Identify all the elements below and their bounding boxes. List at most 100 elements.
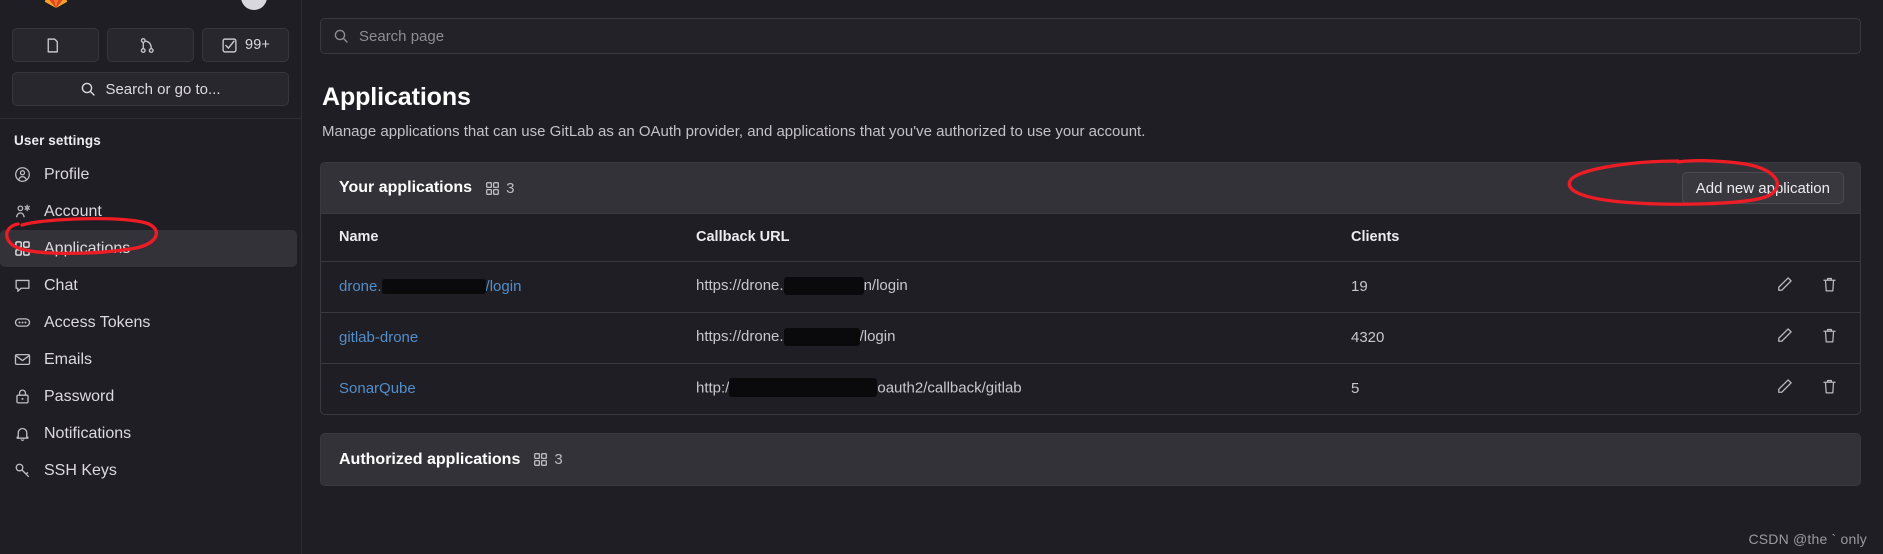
sidebar-item-label: Password [44, 387, 115, 405]
sidebar-item-label: Emails [44, 350, 93, 368]
sidebar-item-label: SSH Keys [44, 461, 117, 479]
callback-url-cell: https://drone. /login [696, 312, 1351, 364]
sidebar-item-applications[interactable]: Applications [0, 230, 297, 267]
your-applications-header: Your applications 3 Add new application [321, 163, 1860, 214]
sidebar-item-label: Notifications [44, 424, 132, 442]
search-icon [82, 82, 96, 96]
sidebar-item-emails[interactable]: Emails [0, 341, 297, 378]
clients-cell: 4320 [1351, 312, 1521, 364]
comment-icon [14, 277, 31, 294]
gitlab-logo-icon [44, 0, 68, 8]
sidebar-top-bar [0, 0, 301, 24]
sidebar: 99+ Search or go to... User settings Pro… [0, 0, 302, 554]
envelope-icon [14, 351, 31, 368]
add-new-application-button[interactable]: Add new application [1681, 172, 1844, 204]
main-content: Search page Applications Manage applicat… [302, 0, 1883, 554]
search-icon [334, 29, 348, 43]
todos-count: 99+ [245, 37, 270, 53]
application-name-cell: SonarQube [321, 363, 696, 414]
search-or-go-to-label: Search or go to... [105, 80, 221, 98]
apps-grid-icon [14, 240, 31, 257]
avatar[interactable] [241, 0, 267, 10]
authorized-applications-count: 3 [554, 451, 563, 468]
your-applications-count: 3 [506, 179, 515, 197]
row-actions-cell [1521, 312, 1860, 364]
callback-url-cell: http:/ oauth2/callback/gitlab [696, 363, 1351, 414]
row-actions-cell [1521, 363, 1860, 414]
authorized-applications-title: Authorized applications [339, 450, 521, 468]
table-header-row: Name Callback URL Clients [321, 214, 1860, 262]
page-description: Manage applications that can use GitLab … [322, 123, 1146, 140]
authorized-applications-header: Authorized applications 3 [321, 434, 1860, 485]
sidebar-item-todos[interactable]: 99+ [202, 28, 289, 62]
search-or-go-to-button[interactable]: Search or go to... [12, 72, 289, 106]
redaction-bar [381, 278, 486, 294]
application-name-cell: gitlab-drone [321, 312, 696, 364]
sidebar-item-label: Chat [44, 276, 78, 294]
issue-icon [47, 37, 58, 53]
edit-icon[interactable] [1776, 327, 1793, 344]
application-name-link[interactable]: SonarQube [339, 380, 416, 397]
lock-icon [14, 388, 31, 405]
application-name-cell: drone./login [321, 261, 696, 313]
sidebar-item-label: Account [44, 202, 102, 220]
delete-icon[interactable] [1821, 378, 1838, 395]
delete-icon[interactable] [1821, 276, 1838, 293]
column-header-clients: Clients [1351, 214, 1521, 262]
column-header-name: Name [321, 214, 696, 262]
redaction-bar [783, 327, 860, 346]
callback-url-cell: https://drone. n/login [696, 261, 1351, 313]
sidebar-item-account[interactable]: Account [0, 193, 297, 230]
page-title: Applications [322, 83, 471, 111]
application-name-link[interactable]: gitlab-drone [339, 329, 418, 346]
redaction-bar [729, 378, 878, 398]
search-page-input[interactable]: Search page [320, 18, 1861, 54]
key-icon [14, 462, 31, 479]
authorized-applications-card: Authorized applications 3 [320, 433, 1861, 486]
gitlab-user-settings-page: 99+ Search or go to... User settings Pro… [0, 0, 1883, 554]
authorized-applications-count-badge: 3 [533, 451, 563, 468]
edit-icon[interactable] [1776, 276, 1793, 293]
row-actions-cell [1521, 261, 1860, 313]
your-applications-title: Your applications [339, 179, 473, 196]
watermark: CSDN @the ` only [1748, 531, 1867, 547]
callback-suffix: n/login [863, 277, 908, 295]
table-row: SonarQube http:/ oauth2/callback/gitlab 5 [321, 363, 1860, 414]
callback-suffix: oauth2/callback/gitlab [877, 379, 1022, 397]
merge-icon [140, 37, 154, 53]
apps-grid-icon [486, 181, 500, 195]
apps-grid-icon [534, 453, 548, 466]
your-applications-card: Your applications 3 Add new application [320, 162, 1861, 415]
sidebar-item-ssh-keys[interactable]: SSH Keys [0, 452, 297, 489]
search-page-placeholder: Search page [359, 27, 445, 45]
sidebar-section-title: User settings [14, 133, 101, 148]
todo-check-icon [222, 37, 237, 53]
user-gear-icon [14, 203, 31, 220]
edit-icon[interactable] [1776, 378, 1793, 395]
sidebar-item-password[interactable]: Password [0, 378, 297, 415]
sidebar-item-label: Profile [44, 165, 90, 183]
redaction-bar [783, 276, 864, 295]
clients-cell: 5 [1351, 380, 1360, 398]
callback-suffix: /login [859, 328, 896, 346]
sidebar-item-issues[interactable] [12, 28, 99, 62]
sidebar-item-access-tokens[interactable]: Access Tokens [0, 304, 297, 341]
sidebar-item-chat[interactable]: Chat [0, 267, 297, 304]
bell-icon [14, 425, 31, 442]
application-name-link[interactable]: drone./login [339, 278, 521, 295]
column-header-actions [1521, 214, 1860, 262]
sidebar-item-label: Access Tokens [44, 313, 151, 331]
column-header-callback-url: Callback URL [696, 214, 1351, 262]
token-icon [14, 314, 31, 331]
sidebar-item-profile[interactable]: Profile [0, 156, 297, 193]
sidebar-item-merge-requests[interactable] [107, 28, 194, 62]
user-circle-icon [14, 166, 31, 183]
sidebar-item-notifications[interactable]: Notifications [0, 415, 297, 452]
callback-prefix: https://drone. [696, 277, 784, 295]
delete-icon[interactable] [1821, 327, 1838, 344]
table-row: drone./login https://drone. n/login 19 [321, 261, 1860, 313]
callback-prefix: http:/ [696, 379, 730, 397]
clients-cell: 19 [1351, 261, 1521, 313]
applications-table: Name Callback URL Clients drone./login h… [321, 214, 1860, 414]
sidebar-icon-row: 99+ [0, 24, 301, 64]
